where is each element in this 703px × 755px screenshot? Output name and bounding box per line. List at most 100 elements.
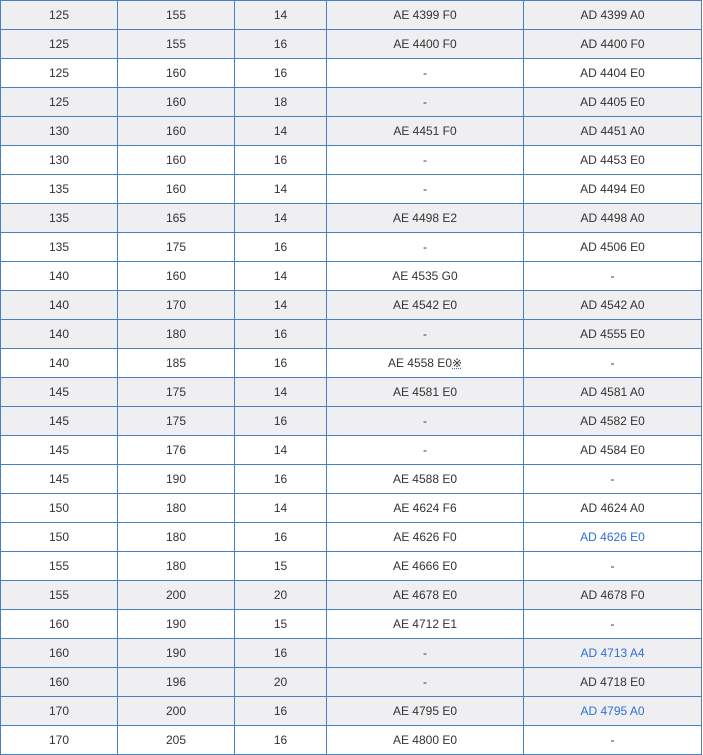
cell-ad-part-number-text: AD 4400 F0 — [580, 37, 645, 51]
cell-width: 14 — [234, 377, 327, 407]
table-row: 125 155 14 AE 4399 F0 AD 4399 A0 — [0, 0, 702, 30]
cell-inner-diameter: 150 — [0, 493, 118, 523]
cell-width: 16 — [234, 348, 327, 378]
cell-ad-part-number: - — [523, 348, 702, 378]
cell-inner-diameter-text: 135 — [48, 211, 70, 225]
cell-outer-diameter: 175 — [117, 377, 235, 407]
cell-ad-part-number: - — [523, 551, 702, 581]
cell-ad-part-number[interactable]: AD 4795 A0 — [523, 696, 702, 726]
cell-inner-diameter: 150 — [0, 522, 118, 552]
cell-ad-part-number: - — [523, 464, 702, 494]
cell-ad-part-number-text: AD 4506 E0 — [580, 240, 645, 254]
cell-width-text: 16 — [273, 704, 288, 718]
cell-ae-part-number: AE 4795 E0 — [326, 696, 524, 726]
table-row: 145 190 16 AE 4588 E0 - — [0, 464, 702, 494]
cell-inner-diameter-text: 170 — [48, 704, 70, 718]
cell-ae-part-number-text: - — [423, 675, 427, 689]
table-row: 150 180 16 AE 4626 F0 AD 4626 E0 — [0, 522, 702, 552]
cell-ae-part-number-text: AE 4666 E0 — [392, 559, 458, 573]
parts-table: 125 155 14 AE 4399 F0 AD 4399 A0 125 155 16 AE 4… — [0, 0, 702, 755]
cell-inner-diameter-text: 140 — [48, 356, 70, 370]
cell-ad-part-number[interactable]: AD 4626 E0 — [523, 522, 702, 552]
cell-ad-part-number: AD 4498 A0 — [523, 203, 702, 233]
cell-outer-diameter-text: 160 — [165, 124, 187, 138]
cell-ad-part-number-text: AD 4498 A0 — [580, 211, 645, 225]
cell-ad-part-number: AD 4494 E0 — [523, 174, 702, 204]
cell-ad-part-number: - — [523, 609, 702, 639]
cell-ae-part-number-text: - — [423, 327, 427, 341]
table-row: 170 205 16 AE 4800 E0 - — [0, 725, 702, 755]
cell-ad-part-number: AD 4453 E0 — [523, 145, 702, 175]
table-row: 125 160 16 - AD 4404 E0 — [0, 58, 702, 88]
parts-table-body: 125 155 14 AE 4399 F0 AD 4399 A0 125 155 16 AE 4… — [0, 0, 702, 755]
cell-outer-diameter: 190 — [117, 609, 235, 639]
cell-ae-part-number: AE 4581 E0 — [326, 377, 524, 407]
cell-ad-part-number-text: AD 4404 E0 — [580, 66, 645, 80]
cell-width-text: 16 — [273, 530, 288, 544]
cell-ae-part-number-text: AE 4558 E0 — [387, 356, 452, 370]
cell-ae-part-number: AE 4800 E0 — [326, 725, 524, 755]
cell-width-text: 14 — [273, 443, 288, 457]
cell-ad-part-number-text: AD 4405 E0 — [580, 95, 645, 109]
cell-outer-diameter-text: 160 — [165, 269, 187, 283]
cell-ae-part-number-text: - — [423, 443, 427, 457]
cell-ad-part-number-text: AD 4494 E0 — [580, 182, 645, 196]
cell-inner-diameter: 140 — [0, 261, 118, 291]
table-row: 160 190 15 AE 4712 E1 - — [0, 609, 702, 639]
cell-ad-part-number-text: AD 4399 A0 — [580, 8, 645, 22]
cell-width-text: 14 — [273, 298, 288, 312]
cell-width: 14 — [234, 203, 327, 233]
cell-width-text: 14 — [273, 211, 288, 225]
cell-ae-part-number: AE 4588 E0 — [326, 464, 524, 494]
cell-inner-diameter-text: 140 — [48, 298, 70, 312]
cell-ae-part-number: AE 4712 E1 — [326, 609, 524, 639]
cell-ad-part-number[interactable]: AD 4713 A4 — [523, 638, 702, 668]
cell-outer-diameter-text: 180 — [165, 501, 187, 515]
cell-ad-part-number: AD 4399 A0 — [523, 0, 702, 30]
cell-width: 16 — [234, 696, 327, 726]
cell-inner-diameter: 155 — [0, 580, 118, 610]
cell-width-text: 14 — [273, 501, 288, 515]
cell-outer-diameter-text: 190 — [165, 617, 187, 631]
cell-width-text: 16 — [273, 472, 288, 486]
note-mark-icon[interactable]: ※ — [452, 357, 462, 369]
cell-width: 16 — [234, 29, 327, 59]
cell-width: 16 — [234, 725, 327, 755]
cell-ae-part-number: AE 4624 F6 — [326, 493, 524, 523]
cell-inner-diameter-text: 170 — [48, 733, 70, 747]
cell-ad-part-number-text: AD 4718 E0 — [580, 675, 645, 689]
cell-inner-diameter-text: 125 — [48, 66, 70, 80]
cell-width: 15 — [234, 551, 327, 581]
cell-width-text: 16 — [273, 733, 288, 747]
cell-ae-part-number: - — [326, 87, 524, 117]
cell-ae-part-number: AE 4399 F0 — [326, 0, 524, 30]
ad-part-link[interactable]: AD 4713 A4 — [580, 646, 644, 660]
cell-inner-diameter: 140 — [0, 290, 118, 320]
cell-ae-part-number-text: AE 4581 E0 — [392, 385, 458, 399]
cell-ad-part-number: AD 4506 E0 — [523, 232, 702, 262]
table-row: 125 160 18 - AD 4405 E0 — [0, 87, 702, 117]
cell-inner-diameter: 145 — [0, 464, 118, 494]
cell-outer-diameter: 155 — [117, 0, 235, 30]
cell-outer-diameter: 160 — [117, 174, 235, 204]
cell-ae-part-number: AE 4558 E0※ — [326, 348, 524, 378]
cell-outer-diameter-text: 160 — [165, 95, 187, 109]
cell-inner-diameter: 125 — [0, 0, 118, 30]
cell-ae-part-number-text: AE 4712 E1 — [392, 617, 458, 631]
cell-width-text: 14 — [273, 385, 288, 399]
cell-ad-part-number-text: AD 4451 A0 — [580, 124, 645, 138]
ad-part-link[interactable]: AD 4626 E0 — [580, 530, 645, 544]
cell-outer-diameter: 176 — [117, 435, 235, 465]
cell-ad-part-number: - — [523, 725, 702, 755]
ad-part-link[interactable]: AD 4795 A0 — [580, 704, 644, 718]
cell-inner-diameter-text: 135 — [48, 182, 70, 196]
cell-ae-part-number-text: AE 4800 E0 — [392, 733, 458, 747]
cell-width: 14 — [234, 261, 327, 291]
cell-ad-part-number: AD 4584 E0 — [523, 435, 702, 465]
cell-width-text: 16 — [273, 66, 288, 80]
cell-outer-diameter: 200 — [117, 580, 235, 610]
cell-outer-diameter-text: 200 — [165, 588, 187, 602]
cell-width: 16 — [234, 58, 327, 88]
cell-ad-part-number: AD 4404 E0 — [523, 58, 702, 88]
cell-outer-diameter-text: 196 — [165, 675, 187, 689]
